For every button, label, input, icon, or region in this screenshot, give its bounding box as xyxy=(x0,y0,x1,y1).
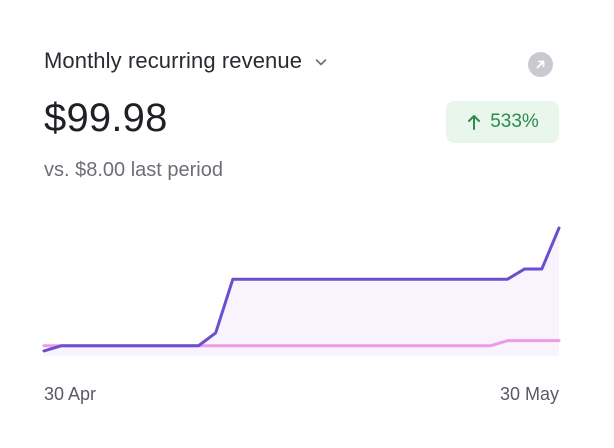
mrr-card: Monthly recurring revenue $99.98 533% vs… xyxy=(0,0,614,448)
series-0-area xyxy=(44,228,559,356)
x-label-end: 30 May xyxy=(499,384,559,404)
revenue-chart xyxy=(42,226,561,356)
x-label-start: 30 Apr xyxy=(44,384,97,404)
